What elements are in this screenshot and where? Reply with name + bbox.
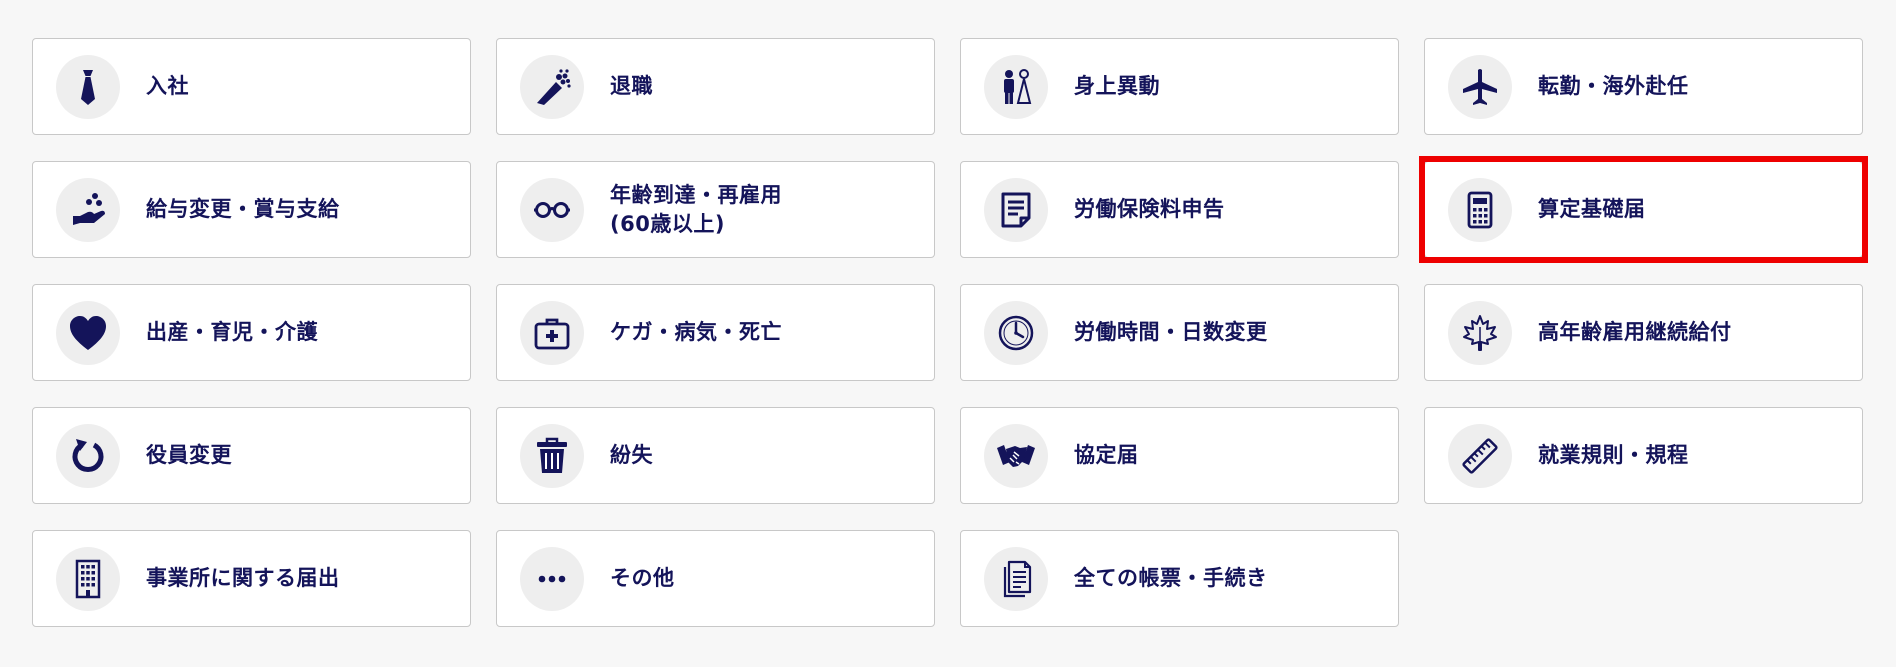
card-konenrei-koyo[interactable]: 高年齢雇用継続給付	[1424, 284, 1863, 381]
card-label: 転勤・海外赴任	[1538, 74, 1689, 98]
card-santei-kisotodoke[interactable]: 算定基礎届	[1419, 156, 1868, 263]
card-shugyo-kisoku[interactable]: 就業規則・規程	[1424, 407, 1863, 504]
documents-icon	[984, 546, 1048, 611]
necktie-icon	[56, 54, 120, 119]
refresh-icon	[56, 423, 120, 488]
card-label: 全ての帳票・手続き	[1074, 566, 1268, 590]
building-icon	[56, 546, 120, 611]
card-label: 退職	[610, 74, 653, 98]
card-kyotei-todoke[interactable]: 協定届	[960, 407, 1399, 504]
ruler-icon	[1448, 423, 1512, 488]
card-shinjo-ido[interactable]: 身上異動	[960, 38, 1399, 135]
card-rodo-hokenryo[interactable]: 労働保険料申告	[960, 161, 1399, 258]
card-funshitsu[interactable]: 紛失	[496, 407, 935, 504]
card-label: 年齢到達・再雇用 (60歳以上)	[610, 182, 782, 236]
handshake-icon	[984, 423, 1048, 488]
card-sonota[interactable]: その他	[496, 530, 935, 627]
card-rodo-jikan[interactable]: 労働時間・日数変更	[960, 284, 1399, 381]
hand-coins-icon	[56, 177, 120, 242]
card-label: 紛失	[610, 443, 653, 467]
card-taishoku[interactable]: 退職	[496, 38, 935, 135]
card-label: 役員変更	[146, 443, 232, 467]
card-tenkin[interactable]: 転勤・海外赴任	[1424, 38, 1863, 135]
card-label: 就業規則・規程	[1538, 443, 1689, 467]
couple-icon	[984, 54, 1048, 119]
card-label: ケガ・病気・死亡	[610, 320, 782, 344]
more-icon	[520, 546, 584, 611]
card-shussan-ikuji[interactable]: 出産・育児・介護	[32, 284, 471, 381]
first-aid-kit-icon	[520, 300, 584, 365]
card-nenrei-totatsu[interactable]: 年齢到達・再雇用 (60歳以上)	[496, 161, 935, 258]
maple-leaf-icon	[1448, 300, 1512, 365]
card-label: 協定届	[1074, 443, 1139, 467]
document-icon	[984, 177, 1048, 242]
card-label: 身上異動	[1074, 74, 1160, 98]
trash-icon	[520, 423, 584, 488]
procedure-grid: 入社 退職 身上異動 転勤・海外赴任 給与変更・賞与支給 年齢到達・再雇用 (6…	[32, 38, 1868, 627]
card-label: 入社	[146, 74, 189, 98]
glasses-icon	[520, 177, 584, 242]
card-label: 高年齢雇用継続給付	[1538, 320, 1732, 344]
card-label: 出産・育児・介護	[146, 320, 318, 344]
card-label: 給与変更・賞与支給	[146, 197, 340, 221]
clock-icon	[984, 300, 1048, 365]
card-label: 労働時間・日数変更	[1074, 320, 1268, 344]
bouquet-icon	[520, 54, 584, 119]
card-subete-no-chohyo[interactable]: 全ての帳票・手続き	[960, 530, 1399, 627]
card-kega-byoki[interactable]: ケガ・病気・死亡	[496, 284, 935, 381]
card-nyusha[interactable]: 入社	[32, 38, 471, 135]
card-label: 事業所に関する届出	[146, 566, 340, 590]
heart-icon	[56, 300, 120, 365]
card-kyuyo-henko[interactable]: 給与変更・賞与支給	[32, 161, 471, 258]
calculator-icon	[1448, 177, 1512, 242]
airplane-icon	[1448, 54, 1512, 119]
card-label: 労働保険料申告	[1074, 197, 1225, 221]
card-jigyosho-todokede[interactable]: 事業所に関する届出	[32, 530, 471, 627]
card-yakuin-henko[interactable]: 役員変更	[32, 407, 471, 504]
card-label: 算定基礎届	[1538, 197, 1646, 221]
card-label: その他	[610, 566, 675, 590]
